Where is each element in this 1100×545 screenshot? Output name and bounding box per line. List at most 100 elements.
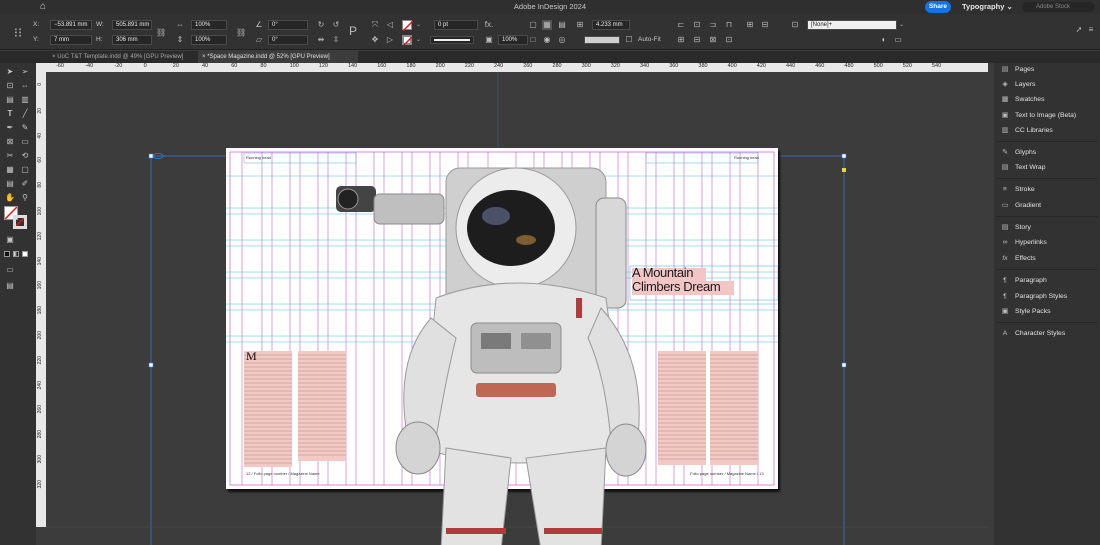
apply-gradient-icon[interactable] bbox=[13, 251, 19, 257]
apply-none-icon[interactable] bbox=[22, 251, 28, 257]
flip-vertical-icon[interactable]: ⇳ bbox=[331, 35, 341, 45]
create-style-icon[interactable]: ▭ bbox=[893, 35, 903, 45]
frame-fit-icon[interactable]: ◉ bbox=[542, 35, 552, 45]
panel-gradient[interactable]: ▭ Gradient bbox=[1000, 200, 1041, 212]
content-collector-icon[interactable]: ▤ bbox=[5, 95, 15, 105]
stroke-type-dropdown[interactable] bbox=[430, 36, 474, 44]
close-icon[interactable]: × bbox=[52, 54, 56, 60]
paragraph-p-icon[interactable]: P bbox=[348, 25, 358, 37]
shear-field[interactable]: 0° bbox=[268, 35, 308, 45]
clear-overrides-icon[interactable]: ◐ bbox=[879, 35, 889, 45]
align-right-icon[interactable]: ⊐ bbox=[708, 20, 718, 30]
panel-paragraph[interactable]: ¶ Paragraph bbox=[1000, 275, 1047, 287]
reference-point-icon[interactable]: ⁝⁝ bbox=[10, 25, 26, 41]
constrain-proportions-icon[interactable]: ⛓ bbox=[156, 28, 166, 38]
wrap-none-icon[interactable]: ▦ bbox=[542, 20, 552, 30]
rotate-cw-icon[interactable]: ↻ bbox=[316, 20, 326, 30]
panel-style-packs[interactable]: ▣ Style Packs bbox=[1000, 306, 1051, 318]
wrap-bounding-icon[interactable]: ▤ bbox=[557, 20, 567, 30]
pencil-tool-icon[interactable]: ✎ bbox=[20, 123, 30, 133]
rectangle-frame-tool-icon[interactable]: ⊠ bbox=[5, 137, 15, 147]
select-previous-icon[interactable]: ◁ bbox=[385, 20, 395, 30]
auto-fit-checkbox[interactable]: ☐ bbox=[624, 35, 634, 45]
gap-field[interactable]: 4.233 mm bbox=[592, 20, 630, 30]
scale-x-field[interactable]: 100% bbox=[191, 20, 227, 30]
panel-paragraph-styles[interactable]: ¶ Paragraph Styles bbox=[1000, 291, 1067, 303]
panel-text-wrap[interactable]: ▤ Text Wrap bbox=[1000, 162, 1046, 174]
handle-top-right[interactable] bbox=[841, 153, 847, 159]
control-menu-icon[interactable]: ≡ bbox=[1086, 25, 1096, 35]
eyedropper-tool-icon[interactable]: ✐ bbox=[20, 179, 30, 189]
adobe-stock-search[interactable]: Adobe Stock bbox=[1022, 2, 1095, 12]
free-transform-tool-icon[interactable]: ⟲ bbox=[20, 151, 30, 161]
select-content-icon[interactable]: ✥ bbox=[370, 35, 380, 45]
panel-character-styles[interactable]: A Character Styles bbox=[1000, 328, 1066, 340]
pen-tool-icon[interactable]: ✒ bbox=[5, 123, 15, 133]
horizontal-ruler[interactable]: -60 -40 -20 0 20 40 60 80 100 120 140 160 180 200 220 2… bbox=[46, 63, 988, 72]
panel-stroke[interactable]: ≡ Stroke bbox=[1000, 184, 1035, 196]
align-to-icon[interactable]: ⊞ bbox=[745, 20, 755, 30]
x-position-field[interactable]: −53.891 mm bbox=[50, 20, 92, 30]
stroke-dropdown-icon[interactable]: ⌄ bbox=[416, 36, 421, 43]
effects-toggle-icon[interactable]: ▢ bbox=[528, 20, 538, 30]
distribute-center-icon[interactable]: ⊟ bbox=[692, 35, 702, 45]
height-field[interactable]: 306 mm bbox=[112, 35, 152, 45]
line-tool-icon[interactable]: ╱ bbox=[20, 109, 30, 119]
panel-swatches[interactable]: ▦ Swatches bbox=[1000, 94, 1045, 106]
handle-mid-right[interactable] bbox=[841, 362, 847, 368]
vertical-ruler[interactable]: 0 20 40 60 80 100 120 140 160 180 200 220 240 260 280 3… bbox=[36, 63, 46, 527]
tab-space-magazine[interactable]: × *Space Magazine.indd @ 52% [GPU Previe… bbox=[198, 51, 358, 63]
select-container-icon[interactable]: ⤧ bbox=[370, 20, 380, 30]
send-icon[interactable]: ➚ bbox=[1074, 25, 1084, 35]
headline[interactable]: A Mountain Climbers Dream bbox=[632, 266, 721, 294]
gradient-swatch-tool-icon[interactable]: ▦ bbox=[5, 165, 15, 175]
stroke-color-swatch[interactable] bbox=[13, 215, 27, 229]
select-next-icon[interactable]: ▷ bbox=[385, 35, 395, 45]
fill-dropdown-icon[interactable]: ⌄ bbox=[416, 21, 421, 28]
rotation-field[interactable]: 0° bbox=[268, 20, 308, 30]
gradient-feather-tool-icon[interactable]: ▢ bbox=[20, 165, 30, 175]
distribute-top-icon[interactable]: ⊡ bbox=[724, 35, 734, 45]
note-tool-icon[interactable]: ▤ bbox=[5, 179, 15, 189]
panel-cc-libraries[interactable]: ▥ CC Libraries bbox=[1000, 125, 1053, 137]
fill-swatch[interactable] bbox=[402, 20, 414, 32]
panel-pages[interactable]: ▤ Pages bbox=[1000, 64, 1035, 76]
type-tool-icon[interactable]: T bbox=[5, 109, 15, 119]
gap-tool-icon[interactable]: ⇔ bbox=[20, 81, 30, 91]
stroke-weight-field[interactable]: 0 pt bbox=[434, 20, 478, 30]
share-button[interactable]: Share bbox=[925, 1, 951, 13]
rotate-ccw-icon[interactable]: ↺ bbox=[331, 20, 341, 30]
scissors-tool-icon[interactable]: ✂ bbox=[5, 151, 15, 161]
object-style-chevron-icon[interactable]: ⌄ bbox=[899, 21, 904, 28]
selection-tool-icon[interactable]: ➤ bbox=[5, 67, 15, 77]
frame-fit-2-icon[interactable]: ◎ bbox=[557, 35, 567, 45]
workspace-switcher[interactable]: Typography ⌄ bbox=[962, 2, 1013, 11]
align-left-icon[interactable]: ⊏ bbox=[676, 20, 686, 30]
document-spread[interactable]: M Running head Running head A Mountain C… bbox=[226, 148, 778, 545]
direct-selection-tool-icon[interactable]: ➢ bbox=[20, 67, 30, 77]
zoom-tool-icon[interactable]: ⚲ bbox=[20, 193, 30, 203]
rectangle-tool-icon[interactable]: ▭ bbox=[20, 137, 30, 147]
panel-text-to-image[interactable]: ▣ Text to Image (Beta) bbox=[1000, 110, 1076, 122]
distribute-right-icon[interactable]: ⊠ bbox=[708, 35, 718, 45]
scale-y-field[interactable]: 100% bbox=[191, 35, 227, 45]
hand-tool-icon[interactable]: ✋ bbox=[5, 193, 15, 203]
stroke-swatch[interactable] bbox=[402, 35, 413, 46]
distribute-spacing-icon[interactable]: ⊟ bbox=[760, 20, 770, 30]
handle-mid-left[interactable] bbox=[148, 362, 154, 368]
handle-top-left[interactable] bbox=[148, 153, 154, 159]
flip-horizontal-icon[interactable]: ⇹ bbox=[316, 35, 326, 45]
preview-mode-icon[interactable]: ▭ bbox=[5, 265, 15, 275]
document-canvas[interactable]: M Running head Running head A Mountain C… bbox=[46, 72, 988, 545]
shadow-icon[interactable]: ▣ bbox=[484, 35, 494, 45]
astronaut-image[interactable] bbox=[326, 158, 656, 545]
panel-hyperlinks[interactable]: ∞ Hyperlinks bbox=[1000, 237, 1047, 249]
drop-shadow-toggle-icon[interactable]: □ bbox=[528, 35, 538, 45]
y-position-field[interactable]: 7 mm bbox=[50, 35, 92, 45]
distribute-left-icon[interactable]: ⊞ bbox=[676, 35, 686, 45]
formatting-container-icon[interactable]: ▣ bbox=[5, 235, 15, 245]
tab-template[interactable]: × UoC T&T Template.indd @ 49% [GPU Previ… bbox=[48, 51, 196, 63]
fx-icon[interactable]: fx. bbox=[484, 20, 494, 30]
page-tool-icon[interactable]: ⊡ bbox=[5, 81, 15, 91]
align-center-icon[interactable]: ⊡ bbox=[692, 20, 702, 30]
